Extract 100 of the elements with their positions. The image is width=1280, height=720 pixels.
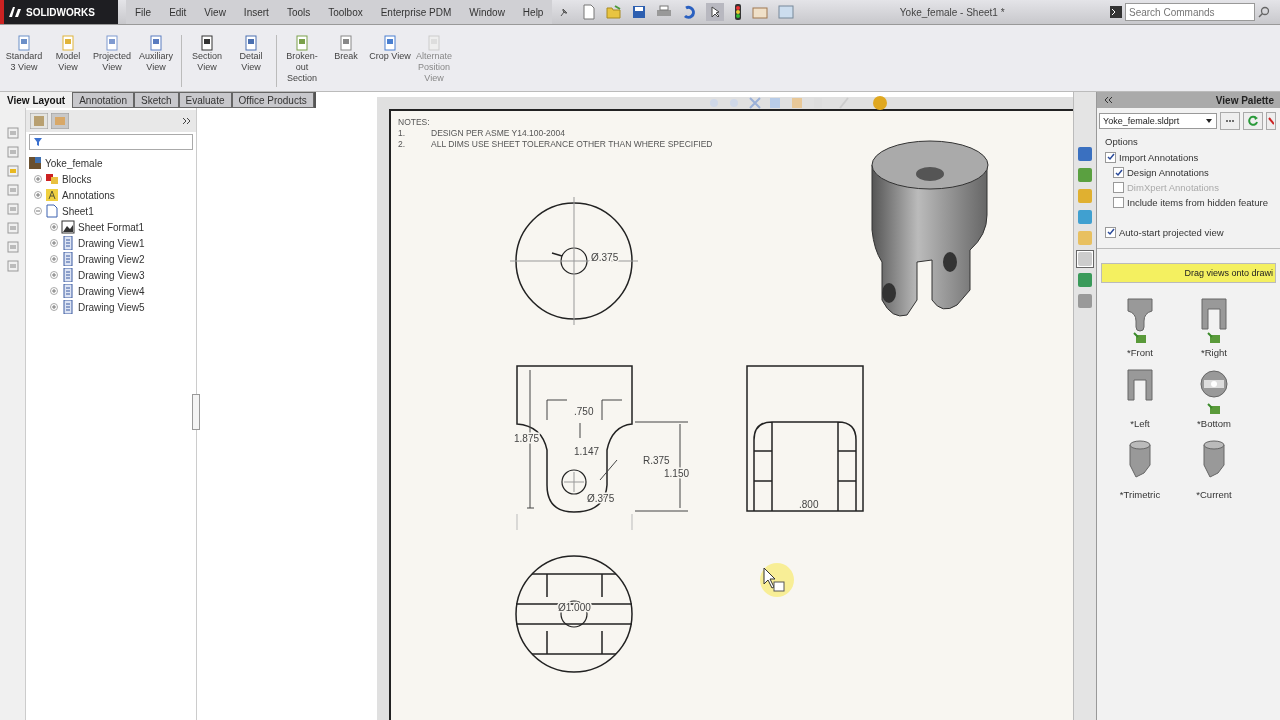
palette-view[interactable]: *Right [1177,297,1251,358]
yoke-model-drawing[interactable] [871,140,989,317]
palette-view[interactable]: *Left [1103,368,1177,429]
search-field[interactable]: Search Commands [1125,3,1255,21]
tree-item[interactable]: Drawing View2 [78,253,145,265]
collapse-icon[interactable] [1103,96,1113,104]
panel-tool-icon[interactable] [5,259,20,273]
checkbox[interactable] [1113,167,1124,178]
dimension-label[interactable]: .800 [799,499,819,510]
tree-item[interactable]: Yoke_female [45,157,103,169]
menu-item[interactable]: Insert [234,6,278,18]
command-button[interactable]: Detail View [229,35,273,73]
expand-toggle-icon[interactable] [50,287,58,295]
expand-toggle-icon[interactable] [50,223,58,231]
panel-tool-icon[interactable] [5,145,20,159]
ribbon-tab[interactable]: View Layout [0,92,73,108]
palette-view[interactable]: *Bottom [1177,368,1251,429]
open-folder-icon[interactable] [606,4,623,20]
front-view-drawing[interactable] [516,365,689,531]
tree-item[interactable]: Drawing View5 [78,301,145,313]
undo-icon[interactable] [682,5,697,19]
tree-item[interactable]: Sheet1 [62,205,94,217]
expand-toggle-icon[interactable] [50,239,58,247]
checkbox[interactable] [1105,226,1116,238]
option-label: Import Annotations [1119,151,1199,163]
expand-toggle-icon[interactable] [34,175,42,183]
dimension-label[interactable]: Ø.375 [591,252,619,263]
filter-field[interactable] [29,134,193,150]
dimension-label[interactable]: .750 [574,406,594,417]
tree-item[interactable]: Annotations [62,189,115,201]
command-button[interactable]: Crop View [368,35,412,62]
checkbox[interactable] [1113,197,1124,208]
command-button[interactable]: Auxiliary View [134,35,178,73]
menu-item[interactable]: View [195,6,235,18]
app-logo[interactable]: SOLIDWORKS [0,0,118,24]
search-icon[interactable] [1258,6,1270,18]
command-button[interactable]: Section View [185,35,229,73]
dimension-label[interactable]: 1.875 [514,433,540,444]
menu-item[interactable]: Tools [277,6,320,18]
right-view-drawing[interactable] [746,365,864,512]
task-pane-tab-icon[interactable] [1077,188,1093,204]
refresh-button[interactable] [1243,112,1263,130]
top-view-drawing[interactable] [509,196,639,326]
menu-item[interactable]: Help [513,6,553,18]
ribbon-tab[interactable]: Sketch [134,92,179,108]
menu-item[interactable]: Toolbox [319,6,372,18]
view-toolbar-drawing[interactable] [710,96,887,110]
ribbon-tab[interactable]: Annotation [72,92,134,108]
tree-item[interactable]: Drawing View1 [78,237,145,249]
dimension-label[interactable]: 1.147 [574,446,600,457]
palette-view[interactable]: *Trimetric [1103,439,1177,500]
dimension-label[interactable]: R.375 [643,455,670,466]
task-pane-tab-icon[interactable] [1077,146,1093,162]
menu-item[interactable]: Enterprise PDM [371,6,461,18]
panel-tool-icon[interactable] [5,221,20,235]
feature-tree-tab-icon[interactable] [30,113,48,129]
menu-item[interactable]: File [126,6,161,18]
panel-tool-icon[interactable] [5,202,20,216]
ribbon-tab[interactable]: Office Products [231,92,314,108]
panel-tool-icon[interactable] [5,183,20,197]
panel-tool-icon[interactable] [5,164,20,178]
clear-button[interactable] [1266,112,1276,130]
new-document-icon[interactable] [582,4,597,20]
bottom-view-drawing[interactable] [515,555,633,673]
dimension-label[interactable]: 1.150 [664,468,690,479]
ribbon-tab[interactable]: Evaluate [178,92,232,108]
part-dropdown[interactable]: Yoke_female.sldprt [1099,113,1217,129]
panel-tool-icon[interactable] [5,240,20,254]
task-pane-tab-icon[interactable] [1077,293,1093,309]
splitter-handle[interactable] [192,394,200,430]
expand-icon[interactable] [182,117,192,125]
command-button[interactable]: Standard 3 View [2,35,46,73]
command-button[interactable]: Broken-out Section [280,35,324,84]
save-icon[interactable] [632,5,647,19]
tree-item[interactable]: Blocks [62,173,92,185]
palette-view[interactable]: *Front [1103,297,1177,358]
tree-item[interactable]: Drawing View3 [78,269,145,281]
menu-item[interactable]: Edit [160,6,196,18]
tree-item[interactable]: Drawing View4 [78,285,145,297]
command-button[interactable]: Break [324,35,368,62]
task-pane-tab-icon[interactable] [1077,251,1093,267]
checkbox[interactable] [1105,151,1116,163]
expand-toggle-icon[interactable] [34,207,42,215]
task-pane-tab-icon[interactable] [1077,209,1093,225]
browse-button[interactable] [1220,112,1240,130]
task-pane-tab-icon[interactable] [1077,167,1093,183]
command-button[interactable]: Projected View [90,35,134,73]
tree-item[interactable]: Sheet Format1 [78,221,145,233]
menu-item[interactable]: Window [460,6,514,18]
palette-view[interactable]: *Current [1177,439,1251,500]
expand-toggle-icon[interactable] [34,191,42,199]
select-icon[interactable] [706,3,725,21]
traffic-light-icon[interactable] [734,4,743,20]
expand-toggle-icon[interactable] [50,303,58,311]
expand-toggle-icon[interactable] [50,255,58,263]
command-button[interactable]: Model View [46,35,90,73]
print-icon[interactable] [656,5,673,19]
expand-toggle-icon[interactable] [50,271,58,279]
task-pane-tab-icon[interactable] [1077,272,1093,288]
panel-tool-icon[interactable] [5,126,20,140]
